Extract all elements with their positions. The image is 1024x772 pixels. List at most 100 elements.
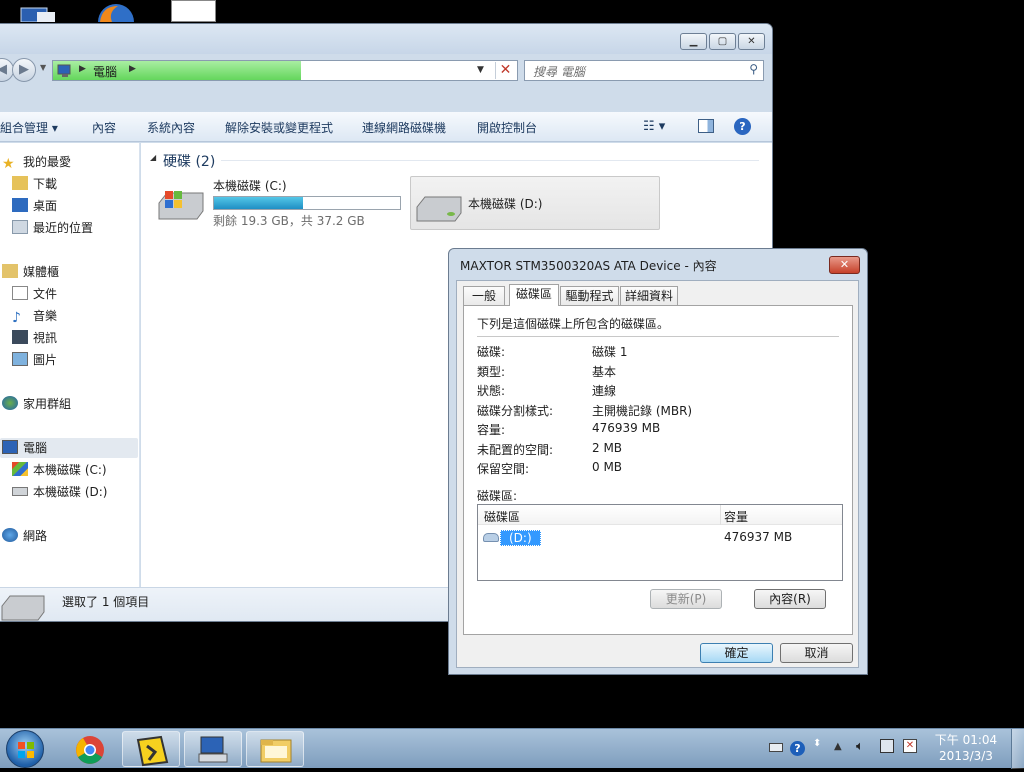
nav-computer[interactable]: 電腦 bbox=[0, 438, 138, 458]
tray-settings-icon[interactable]: ⬍ bbox=[813, 738, 827, 752]
nav-drive-d[interactable]: 本機磁碟 (D:) bbox=[12, 482, 107, 502]
hard-drive-icon bbox=[12, 487, 28, 496]
status-value: 連線 bbox=[592, 384, 617, 398]
ok-button[interactable]: 確定 bbox=[700, 643, 773, 663]
cancel-button[interactable]: 取消 bbox=[780, 643, 853, 663]
show-desktop-button[interactable] bbox=[1011, 729, 1024, 769]
unallocated-label: 未配置的空間: bbox=[477, 443, 554, 457]
organize-menu[interactable]: 組合管理 ▾ bbox=[0, 119, 58, 136]
volume-name[interactable]: (D:) bbox=[500, 530, 541, 546]
maximize-button[interactable]: ▢ bbox=[709, 33, 736, 50]
nav-libraries[interactable]: 媒體櫃 bbox=[2, 262, 59, 282]
dialog-title[interactable]: MAXTOR STM3500320AS ATA Device - 內容 bbox=[460, 257, 717, 274]
status-label: 狀態: bbox=[477, 384, 506, 398]
intro-text: 下列是這個磁碟上所包含的磁碟區。 bbox=[477, 317, 670, 331]
chrome-icon bbox=[76, 736, 104, 764]
partition-style-label: 磁碟分割樣式: bbox=[477, 404, 554, 418]
tab-general[interactable]: 一般 bbox=[463, 286, 505, 306]
tab-driver[interactable]: 驅動程式 bbox=[560, 286, 619, 306]
intro-divider bbox=[477, 336, 839, 337]
volume-icon[interactable]: 🔈︎ bbox=[856, 739, 870, 754]
clock[interactable]: 下午 01:04 2013/3/3 bbox=[930, 732, 1002, 764]
title-bar[interactable]: ▁ ▢ ✕ bbox=[0, 24, 772, 54]
nav-homegroup[interactable]: 家用群組 bbox=[2, 394, 71, 414]
system-properties-button[interactable]: 系統內容 bbox=[147, 119, 195, 136]
nav-pictures[interactable]: 圖片 bbox=[12, 350, 57, 370]
downloads-folder-icon bbox=[12, 176, 28, 190]
collapse-arrow-icon[interactable]: ◢ bbox=[150, 153, 156, 162]
computer-icon bbox=[198, 736, 228, 763]
chrome-taskbar-button[interactable] bbox=[60, 731, 118, 767]
homegroup-icon bbox=[2, 396, 18, 410]
drive-small-icon bbox=[483, 533, 499, 542]
nav-downloads[interactable]: 下載 bbox=[12, 174, 57, 194]
navigation-pane: ★ 我的最愛 下載 桌面 最近的位置 媒體櫃 文件 ♪ 音樂 視訊 圖片 家用群組 … bbox=[0, 143, 140, 587]
column-divider[interactable] bbox=[720, 505, 721, 525]
help-icon[interactable]: ? bbox=[734, 118, 751, 135]
address-dropdown-icon[interactable]: ▼ bbox=[477, 65, 484, 75]
firefox-icon[interactable] bbox=[92, 0, 138, 40]
tab-volumes[interactable]: 磁碟區 bbox=[509, 284, 559, 306]
keyboard-icon[interactable] bbox=[769, 743, 783, 752]
volumes-list[interactable]: 磁碟區 容量 (D:) 476937 MB bbox=[477, 504, 843, 581]
close-button[interactable]: ✕ bbox=[738, 33, 765, 50]
desktop-computer-icon[interactable] bbox=[15, 0, 59, 23]
column-volume[interactable]: 磁碟區 bbox=[484, 508, 520, 525]
properties-button[interactable]: 內容 bbox=[92, 119, 116, 136]
uninstall-program-button[interactable]: 解除安裝或變更程式 bbox=[225, 119, 333, 136]
network-icon bbox=[2, 528, 18, 542]
selection-status: 選取了 1 個項目 bbox=[62, 595, 150, 609]
minimize-button[interactable]: ▁ bbox=[680, 33, 707, 50]
address-bar[interactable]: ▶ 電腦 ▶ ▼ ✕ bbox=[52, 60, 518, 81]
drive-d-tile[interactable]: 本機磁碟 (D:) bbox=[410, 176, 660, 230]
help-tray-icon[interactable]: ? bbox=[790, 741, 805, 756]
volume-properties-button[interactable]: 內容(R) bbox=[754, 589, 826, 609]
nav-music[interactable]: ♪ 音樂 bbox=[12, 306, 57, 326]
reserved-value: 0 MB bbox=[592, 460, 623, 474]
disk-label: 磁碟: bbox=[477, 345, 506, 359]
column-capacity[interactable]: 容量 bbox=[724, 508, 748, 525]
forward-button[interactable]: ▶ bbox=[12, 58, 36, 82]
preview-pane-icon[interactable] bbox=[698, 119, 714, 133]
search-input[interactable]: 搜尋 電腦 ⚲ bbox=[524, 60, 764, 81]
network-tray-icon[interactable] bbox=[880, 739, 894, 753]
document-thumbnail-icon[interactable] bbox=[171, 0, 216, 22]
capacity-value: 476939 MB bbox=[592, 421, 661, 435]
map-network-drive-button[interactable]: 連線網路磁碟機 bbox=[362, 119, 446, 136]
action-center-icon[interactable]: ✕ bbox=[903, 739, 917, 753]
volumes-panel: 下列是這個磁碟上所包含的磁碟區。 磁碟: 磁碟 1 類型: 基本 狀態: 連線 … bbox=[463, 305, 853, 635]
search-icon[interactable]: ⚲ bbox=[749, 62, 758, 76]
start-button[interactable] bbox=[6, 730, 44, 768]
breadcrumb-arrow-icon[interactable]: ▶ bbox=[129, 64, 136, 74]
hard-drive-icon bbox=[416, 196, 462, 222]
show-hidden-icons-icon[interactable]: ▲ bbox=[834, 741, 848, 755]
drive-c-tile[interactable]: 本機磁碟 (C:) 剩餘 19.3 GB，共 37.2 GB bbox=[157, 175, 407, 228]
nav-documents[interactable]: 文件 bbox=[12, 284, 57, 304]
refresh-button[interactable]: 更新(P) bbox=[650, 589, 722, 609]
computer-taskbar-button[interactable] bbox=[184, 731, 242, 767]
pictures-icon bbox=[12, 352, 28, 366]
app-taskbar-button[interactable] bbox=[122, 731, 180, 767]
open-control-panel-button[interactable]: 開啟控制台 bbox=[477, 119, 537, 136]
partition-style-value: 主開機記錄 (MBR) bbox=[592, 404, 693, 418]
explorer-taskbar-button[interactable] bbox=[246, 731, 304, 767]
taskbar: ? ⬍ ▲ 🔈︎ ✕ 下午 01:04 2013/3/3 bbox=[0, 728, 1024, 769]
nav-network[interactable]: 網路 bbox=[2, 526, 47, 546]
address-text[interactable]: 電腦 bbox=[93, 63, 117, 80]
dialog-close-button[interactable]: ✕ bbox=[829, 256, 860, 274]
view-options-icon[interactable]: ☷ ▾ bbox=[643, 119, 665, 134]
nav-recent-places[interactable]: 最近的位置 bbox=[12, 218, 93, 238]
nav-desktop[interactable]: 桌面 bbox=[12, 196, 57, 216]
star-icon: ★ bbox=[2, 156, 15, 172]
tab-details[interactable]: 詳細資料 bbox=[620, 286, 678, 306]
nav-drive-c[interactable]: 本機磁碟 (C:) bbox=[12, 460, 107, 480]
reserved-label: 保留空間: bbox=[477, 462, 530, 476]
nav-favorites[interactable]: ★ 我的最愛 bbox=[2, 152, 71, 172]
nav-videos[interactable]: 視訊 bbox=[12, 328, 57, 348]
recent-pages-dropdown-icon[interactable]: ▼ bbox=[40, 63, 46, 72]
stop-button[interactable]: ✕ bbox=[495, 62, 515, 79]
documents-icon bbox=[12, 286, 28, 300]
volume-row[interactable]: (D:) 476937 MB bbox=[478, 528, 842, 548]
dialog-body: 一般 磁碟區 驅動程式 詳細資料 下列是這個磁碟上所包含的磁碟區。 磁碟: 磁碟… bbox=[456, 280, 859, 668]
breadcrumb-arrow-icon[interactable]: ▶ bbox=[79, 64, 86, 74]
